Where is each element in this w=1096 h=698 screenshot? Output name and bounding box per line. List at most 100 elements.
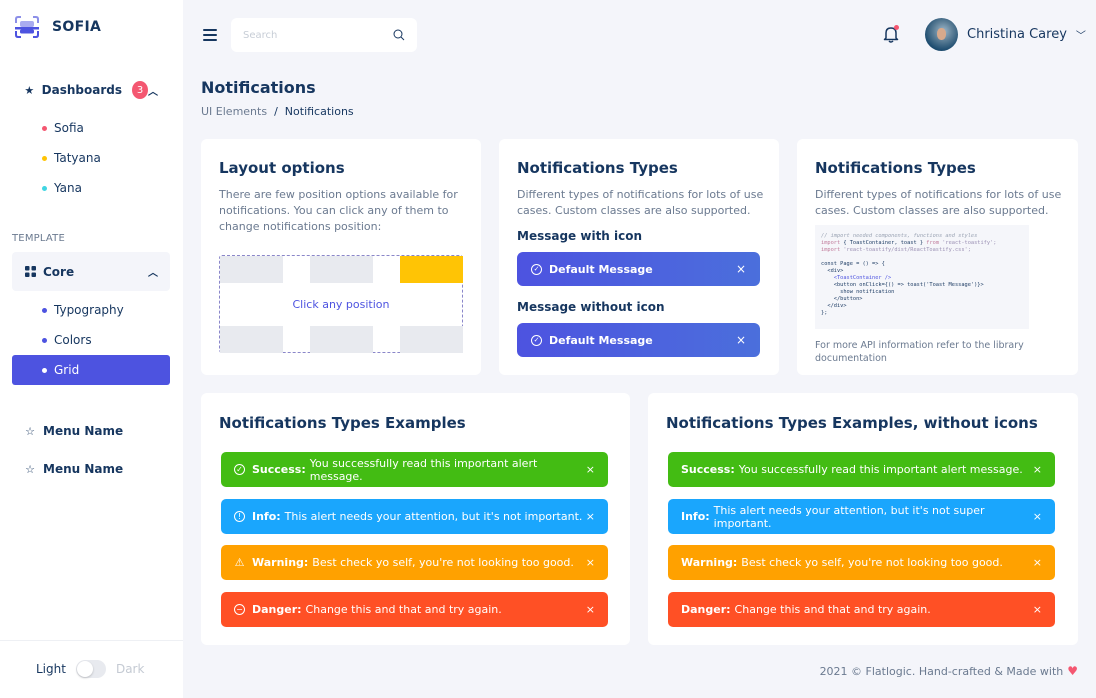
- alert-danger: Danger: Change this and that and try aga…: [668, 592, 1055, 627]
- with-icon-label: Message with icon: [517, 229, 643, 243]
- search-input[interactable]: [243, 29, 393, 41]
- position-prompt: Click any position: [292, 298, 390, 311]
- nav-item-sofia[interactable]: Sofia: [12, 113, 170, 143]
- nav-dashboards-label: Dashboards: [41, 83, 122, 97]
- nav-dashboards-toggle[interactable]: ★ Dashboards 3 ︿: [12, 73, 170, 107]
- menu-toggle-icon[interactable]: [203, 29, 217, 41]
- notification-code-card: Notifications Types Different types of n…: [797, 139, 1078, 375]
- close-icon[interactable]: ×: [1033, 556, 1042, 569]
- alert-text: Change this and that and try again.: [734, 603, 931, 616]
- dot-icon: [42, 155, 47, 161]
- nav-menu-item[interactable]: ☆ Menu Name: [12, 452, 170, 486]
- code-line: import 'react-toastify/dist/ReactToastif…: [821, 247, 971, 253]
- star-outline-icon: ☆: [25, 424, 35, 438]
- nav-item-tatyana[interactable]: Tatyana: [12, 143, 170, 173]
- alert-label: Info:: [681, 510, 710, 523]
- alert-label: Danger:: [681, 603, 731, 616]
- position-top-left[interactable]: [220, 256, 283, 283]
- alert-warning: Warning: Best check yo self, you're not …: [668, 545, 1055, 580]
- check-circle-icon: ✓: [531, 263, 542, 275]
- code-line: <button onClick={() => toast('Toast Mess…: [821, 282, 984, 288]
- close-icon[interactable]: ×: [586, 556, 595, 569]
- star-icon: ★: [24, 83, 35, 97]
- code-line: <div>: [821, 268, 844, 274]
- close-icon[interactable]: ×: [1033, 463, 1042, 476]
- close-icon[interactable]: ×: [1033, 603, 1042, 616]
- close-icon[interactable]: ×: [736, 262, 746, 276]
- user-menu[interactable]: Christina Carey ﹀: [925, 18, 1086, 51]
- theme-light-label: Light: [36, 662, 66, 676]
- message-text: Default Message: [549, 333, 653, 347]
- footer-text: 2021 © Flatlogic. Hand-crafted & Made wi…: [819, 664, 1064, 678]
- code-snippet: // import needed components, functions a…: [815, 225, 1029, 329]
- breadcrumb-separator: /: [274, 105, 278, 118]
- alert-text: This alert needs your attention, but it'…: [284, 510, 583, 523]
- api-info-text: For more API information refer to the li…: [815, 340, 1024, 364]
- nav-dashboards: ★ Dashboards 3 ︿ Sofia Tatyana Yana: [12, 73, 170, 203]
- nav-item-grid[interactable]: Grid: [12, 355, 170, 385]
- alert-label: Warning:: [681, 556, 738, 569]
- theme-dark-label: Dark: [115, 662, 145, 676]
- position-top-center[interactable]: [310, 256, 373, 283]
- card-title: Notifications Types: [815, 159, 976, 177]
- alert-success: ✓ Success: You successfully read this im…: [221, 452, 608, 487]
- code-line: </div>: [821, 303, 847, 309]
- close-icon[interactable]: ×: [586, 510, 595, 523]
- position-bottom-right[interactable]: [400, 326, 463, 353]
- nav-item-colors[interactable]: Colors: [12, 325, 170, 355]
- position-picker: Click any position: [219, 255, 463, 353]
- alert-success: Success: You successfully read this impo…: [668, 452, 1055, 487]
- breadcrumb-current: Notifications: [284, 105, 354, 118]
- search-icon[interactable]: [393, 29, 405, 41]
- close-icon[interactable]: ×: [586, 603, 595, 616]
- close-icon[interactable]: ×: [736, 333, 746, 347]
- toggle-knob: [76, 661, 93, 677]
- position-bottom-left[interactable]: [220, 326, 283, 353]
- theme-toggle[interactable]: [75, 660, 106, 678]
- check-circle-icon: ✓: [531, 334, 542, 346]
- alert-danger: − Danger: Change this and that and try a…: [221, 592, 608, 627]
- card-description: There are few position options available…: [219, 188, 458, 233]
- section-label-template: TEMPLATE: [12, 233, 65, 244]
- code-line: // import needed components, functions a…: [821, 233, 978, 239]
- alert-label: Success:: [681, 463, 735, 476]
- nav-menu-item[interactable]: ☆ Menu Name: [12, 414, 170, 448]
- nav-menu-label: Menu Name: [43, 462, 124, 476]
- code-line: <ToastContainer />: [821, 275, 892, 281]
- alert-text: Change this and that and try again.: [305, 603, 502, 616]
- nav-item-label: Grid: [54, 363, 80, 377]
- nav-item-yana[interactable]: Yana: [12, 173, 170, 203]
- nav-item-label: Yana: [54, 181, 82, 195]
- logo-icon: [15, 16, 39, 38]
- check-circle-icon: ✓: [234, 464, 245, 475]
- message-text: Default Message: [549, 262, 653, 276]
- theme-switch: Light Dark: [36, 660, 144, 678]
- breadcrumb-ui-elements[interactable]: UI Elements: [201, 105, 267, 118]
- close-icon[interactable]: ×: [586, 463, 595, 476]
- footer: 2021 © Flatlogic. Hand-crafted & Made wi…: [820, 664, 1078, 678]
- code-line: show notification: [821, 289, 895, 295]
- grid-icon: [24, 266, 36, 277]
- alert-text: Best check yo self, you're not looking t…: [312, 556, 574, 569]
- position-top-right[interactable]: [400, 256, 463, 283]
- default-message-with-icon[interactable]: ✓ Default Message ×: [517, 252, 760, 286]
- code-line: };: [821, 310, 828, 316]
- star-outline-icon: ☆: [25, 462, 35, 476]
- notifications-bell[interactable]: [882, 25, 900, 43]
- alert-label: Info:: [252, 510, 281, 523]
- nav-item-typography[interactable]: Typography: [12, 295, 170, 325]
- nav-core-toggle[interactable]: Core ︿: [12, 252, 170, 291]
- examples-noicon-card: Notifications Types Examples, without ic…: [648, 393, 1078, 645]
- alert-label: Danger:: [252, 603, 302, 616]
- chevron-up-icon: ︿: [148, 86, 158, 98]
- heart-icon: ♥: [1067, 664, 1078, 678]
- code-line: import { ToastContainer, toast } from 'r…: [821, 240, 997, 246]
- position-bottom-center[interactable]: [310, 326, 373, 353]
- code-line: const Page = () => {: [821, 261, 885, 267]
- divider: [0, 640, 183, 641]
- notification-dot: [894, 25, 899, 30]
- close-icon[interactable]: ×: [1033, 510, 1042, 523]
- logo[interactable]: SOFIA: [14, 16, 101, 38]
- info-circle-icon: !: [234, 511, 245, 522]
- default-message-without-icon[interactable]: ✓ Default Message ×: [517, 323, 760, 357]
